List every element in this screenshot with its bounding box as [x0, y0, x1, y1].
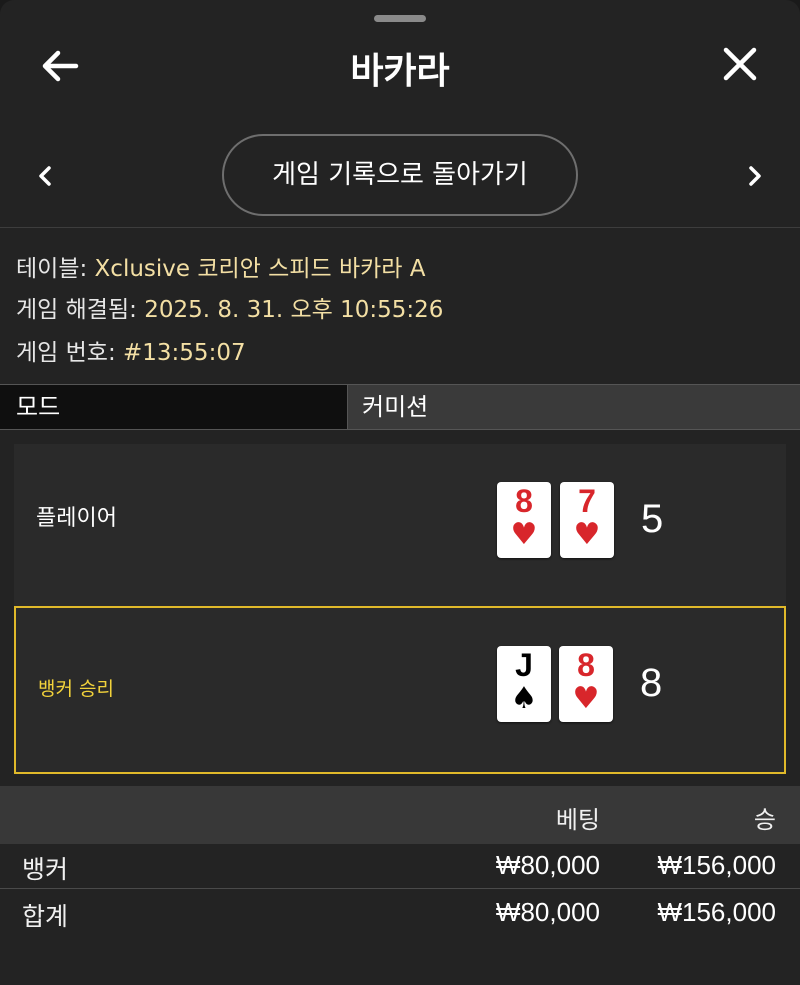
row-bet-amount: ₩80,000: [495, 897, 600, 927]
spade-icon: ♠: [510, 681, 538, 716]
card-rank: 8: [577, 647, 595, 683]
banker-card-2: 8 ♥: [559, 646, 613, 722]
column-win: 승: [753, 806, 776, 834]
player-card-1: 8 ♥: [497, 482, 551, 558]
bets-table-header: 베팅 승: [0, 786, 800, 844]
game-number-value: #13:55:07: [123, 340, 246, 366]
header: 바카라: [0, 30, 800, 102]
drag-handle[interactable]: [374, 15, 426, 22]
row-label: 합계: [22, 902, 69, 931]
row-label: 뱅커: [22, 855, 69, 884]
page-title: 바카라: [350, 51, 450, 92]
back-to-history-button[interactable]: 게임 기록으로 돌아가기: [222, 134, 578, 216]
resolved-value: 2025. 8. 31. 오후 10:55:26: [144, 297, 444, 323]
heart-icon: ♥: [573, 517, 601, 552]
divider: [0, 888, 800, 889]
mode-value: 커미션: [348, 385, 800, 429]
next-game-button[interactable]: [740, 158, 770, 194]
table-row: 뱅커 ₩80,000 ₩156,000: [0, 844, 800, 888]
chevron-left-icon: [39, 166, 51, 186]
table-info: 테이블: Xclusive 코리안 스피드 바카라 A: [16, 249, 425, 283]
resolved-label: 게임 해결됨:: [16, 297, 137, 323]
table-label: 테이블:: [16, 256, 88, 282]
row-win-amount: ₩156,000: [657, 897, 776, 927]
chevron-right-icon: [749, 166, 761, 186]
mode-label: 모드: [0, 385, 348, 429]
card-rank: 8: [515, 483, 533, 519]
divider: [0, 227, 800, 228]
banker-card-1: J ♠: [497, 646, 551, 722]
game-number-label: 게임 번호:: [16, 340, 116, 366]
banker-score: 8: [640, 661, 663, 705]
bottom-sheet: 바카라 게임 기록으로 돌아가기 테이블: Xclusive 코리안 스피드 바…: [0, 0, 800, 985]
close-icon: [723, 47, 757, 81]
table-value: Xclusive 코리안 스피드 바카라 A: [94, 256, 426, 282]
result-panel: 플레이어 8 ♥ 7 ♥ 5 뱅커 승리 J ♠ 8 ♥ 8: [14, 444, 786, 774]
card-rank: J: [515, 647, 533, 683]
player-label: 플레이어: [36, 506, 117, 531]
player-card-2: 7 ♥: [560, 482, 614, 558]
heart-icon: ♥: [510, 517, 538, 552]
row-win-amount: ₩156,000: [657, 850, 776, 880]
banker-winner-box: 뱅커 승리 J ♠ 8 ♥ 8: [14, 606, 786, 774]
previous-game-button[interactable]: [30, 158, 60, 194]
card-rank: 7: [578, 483, 596, 519]
heart-icon: ♥: [572, 681, 600, 716]
row-bet-amount: ₩80,000: [495, 850, 600, 880]
player-score: 5: [641, 497, 664, 541]
table-row: 합계 ₩80,000 ₩156,000: [0, 891, 800, 935]
mode-row: 모드 커미션: [0, 384, 800, 430]
banker-win-label: 뱅커 승리: [38, 678, 114, 700]
close-button[interactable]: [716, 44, 764, 88]
column-bet: 베팅: [555, 806, 600, 834]
resolved-info: 게임 해결됨: 2025. 8. 31. 오후 10:55:26: [16, 290, 443, 324]
game-navigation: 게임 기록으로 돌아가기: [0, 134, 800, 216]
game-number-info: 게임 번호: #13:55:07: [16, 333, 246, 367]
